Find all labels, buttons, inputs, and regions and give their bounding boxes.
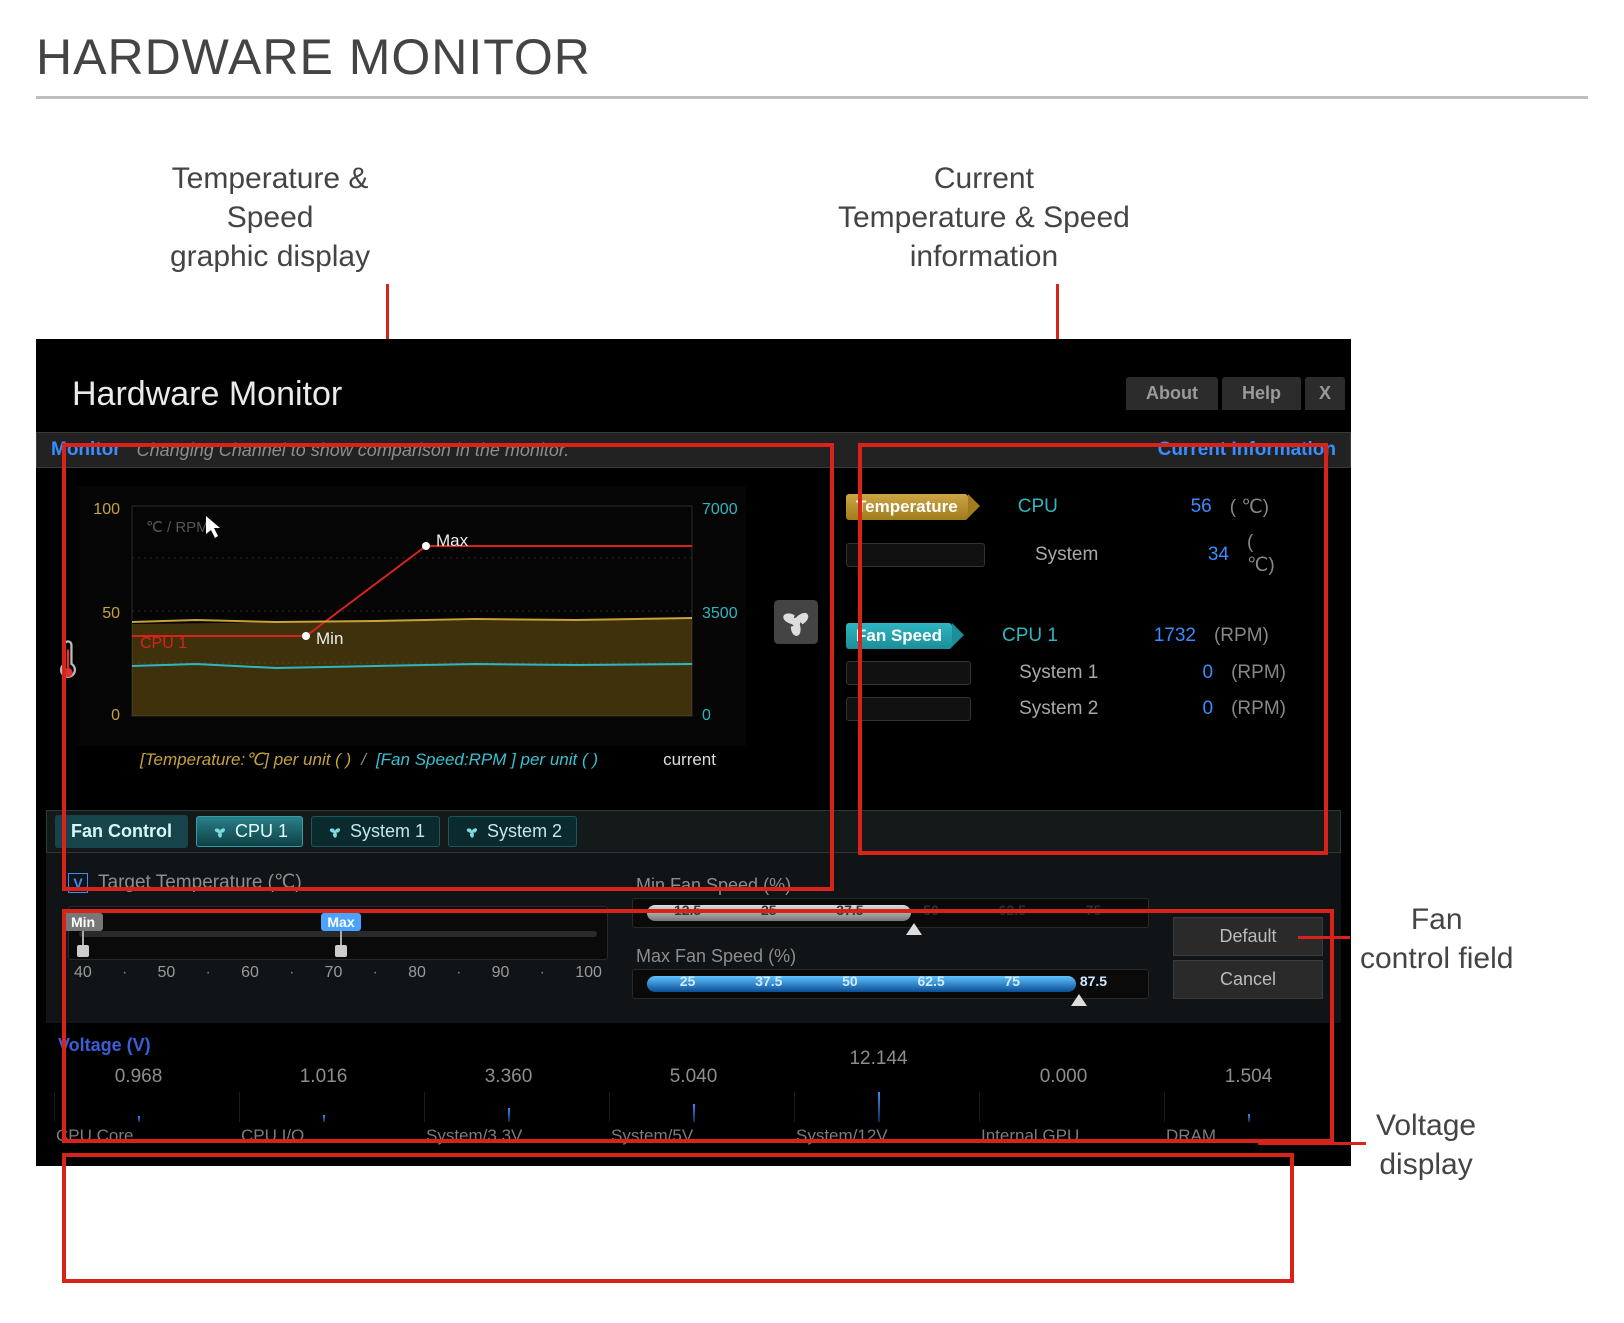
tab-cpu1[interactable]: CPU 1: [196, 816, 303, 847]
voltage-name: CPU Core: [54, 1122, 223, 1146]
voltage-value: 5.040: [609, 1066, 778, 1092]
footer-temp: [Temperature:℃] per unit ( ): [140, 750, 351, 770]
monitor-chart: 100 50 0 7000 3500 0 ℃ / RPM: [76, 486, 746, 774]
min-speed-label: Min Fan Speed (%): [636, 875, 1149, 896]
monitor-header: Monitor Changing Channel to show compari…: [36, 432, 1351, 468]
voltage-cell: 0.000 Internal GPU: [971, 1062, 1156, 1150]
voltage-name: Internal GPU: [979, 1122, 1148, 1146]
fan-mini-icon: [463, 823, 481, 841]
help-button[interactable]: Help: [1222, 377, 1301, 410]
callout-voltage: [62, 1153, 1294, 1283]
fan-icon: [774, 600, 818, 649]
fan-cpu1-label: CPU 1: [1002, 625, 1122, 647]
chart-footer: [Temperature:℃] per unit ( ) / [Fan Spee…: [76, 746, 746, 774]
fan-control-tabs: Fan Control CPU 1 System 1 System 2: [46, 810, 1341, 853]
svg-text:100: 100: [93, 501, 120, 518]
temp-cpu-label: CPU: [1018, 496, 1138, 518]
temperature-badge: Temperature: [846, 494, 968, 520]
svg-text:Min: Min: [316, 629, 343, 648]
fan-mini-icon: [326, 823, 344, 841]
fan-cpu1-value: 1732: [1140, 625, 1196, 647]
voltage-row: 0.968 CPU Core 1.016 CPU I/O 3.360 Syste…: [46, 1060, 1341, 1154]
voltage-name: CPU I/O: [239, 1122, 408, 1146]
fan-sys1-unit: (RPM): [1231, 662, 1286, 684]
temp-sys-value: 34: [1173, 544, 1229, 566]
badge-slot: [846, 697, 971, 721]
svg-text:3500: 3500: [702, 605, 738, 622]
svg-text:0: 0: [111, 707, 120, 724]
titlebar: Hardware Monitor About Help X: [36, 339, 1351, 432]
target-temp-label: Target Temperature (℃): [98, 871, 302, 894]
tab-system1[interactable]: System 1: [311, 816, 440, 847]
fan-sys1-value: 0: [1157, 662, 1213, 684]
badge-slot: [846, 661, 971, 685]
voltage-value: 1.504: [1164, 1066, 1333, 1092]
temp-cpu-value: 56: [1156, 496, 1212, 518]
svg-text:7000: 7000: [702, 501, 738, 518]
temp-cpu-unit: ( ℃): [1230, 496, 1269, 519]
target-temp-slider[interactable]: Min Max: [68, 906, 608, 960]
min-speed-slider[interactable]: 12.5 25 37.5 50 62.5 75: [632, 898, 1149, 928]
voltage-name: System/5V: [609, 1122, 778, 1146]
fan-sys1-label: System 1: [1019, 662, 1139, 684]
monitor-heading: Monitor: [51, 439, 121, 461]
voltage-value: 0.968: [54, 1066, 223, 1092]
voltage-value: 0.000: [979, 1066, 1148, 1092]
current-info-heading: Current Information: [1158, 439, 1336, 461]
svg-text:0: 0: [702, 707, 711, 724]
fan-sys2-unit: (RPM): [1231, 698, 1286, 720]
ann-fan: Fan control field: [1360, 900, 1513, 978]
footer-fan: [Fan Speed:RPM ] per unit ( ): [376, 750, 598, 770]
voltage-name: System/12V: [794, 1122, 963, 1146]
temp-sys-unit: ( ℃): [1247, 532, 1286, 577]
footer-current: current: [663, 750, 716, 770]
cancel-button[interactable]: Cancel: [1173, 960, 1323, 999]
svg-text:CPU 1: CPU 1: [140, 635, 187, 652]
about-button[interactable]: About: [1126, 377, 1218, 410]
voltage-cell: 3.360 System/3.3V: [416, 1062, 601, 1150]
close-button[interactable]: X: [1305, 377, 1345, 410]
fan-sys2-label: System 2: [1019, 698, 1139, 720]
voltage-value: 12.144: [794, 1048, 963, 1074]
fan-cpu1-unit: (RPM): [1214, 625, 1269, 647]
voltage-value: 1.016: [239, 1066, 408, 1092]
ann-current: Current Temperature & Speed information: [838, 159, 1130, 276]
voltage-value: 3.360: [424, 1066, 593, 1092]
voltage-cell: 5.040 System/5V: [601, 1062, 786, 1150]
page-title: HARDWARE MONITOR: [36, 28, 1588, 99]
svg-text:Max: Max: [436, 531, 469, 550]
ann-voltage: Voltage display: [1376, 1106, 1476, 1184]
voltage-name: System/3.3V: [424, 1122, 593, 1146]
temp-sys-label: System: [1035, 544, 1155, 566]
ann-graphic: Temperature & Speed graphic display: [170, 159, 370, 276]
svg-text:50: 50: [102, 605, 120, 622]
monitor-subtitle: Changing Channel to show comparison in t…: [137, 440, 570, 461]
svg-text:℃ / RPM: ℃ / RPM: [146, 519, 209, 536]
fan-sys2-value: 0: [1157, 698, 1213, 720]
target-temp-row: V Target Temperature (℃): [68, 871, 608, 894]
voltage-heading: Voltage (V): [46, 1031, 1341, 1060]
badge-slot: [846, 543, 985, 567]
target-temp-checkbox[interactable]: V: [68, 873, 88, 893]
voltage-cell: 0.968 CPU Core: [46, 1062, 231, 1150]
voltage-cell: 12.144 System/12V: [786, 1062, 971, 1150]
fanspeed-badge: Fan Speed: [846, 623, 952, 649]
app-window: Hardware Monitor About Help X Monitor Ch…: [36, 339, 1351, 1166]
voltage-cell: 1.504 DRAM: [1156, 1062, 1341, 1150]
voltage-cell: 1.016 CPU I/O: [231, 1062, 416, 1150]
fan-mini-icon: [211, 823, 229, 841]
target-temp-ticks: 40· 50· 60· 70· 80· 90· 100: [68, 960, 608, 982]
tab-system2[interactable]: System 2: [448, 816, 577, 847]
current-info: Temperature CPU 56 ( ℃) System 34 ( ℃): [846, 486, 1286, 774]
max-speed-slider[interactable]: 25 37.5 50 62.5 75 87.5: [632, 969, 1149, 999]
fan-control-heading: Fan Control: [55, 815, 188, 848]
annotations-top: Temperature & Speed graphic display Curr…: [36, 159, 1588, 339]
max-speed-label: Max Fan Speed (%): [636, 946, 1149, 967]
